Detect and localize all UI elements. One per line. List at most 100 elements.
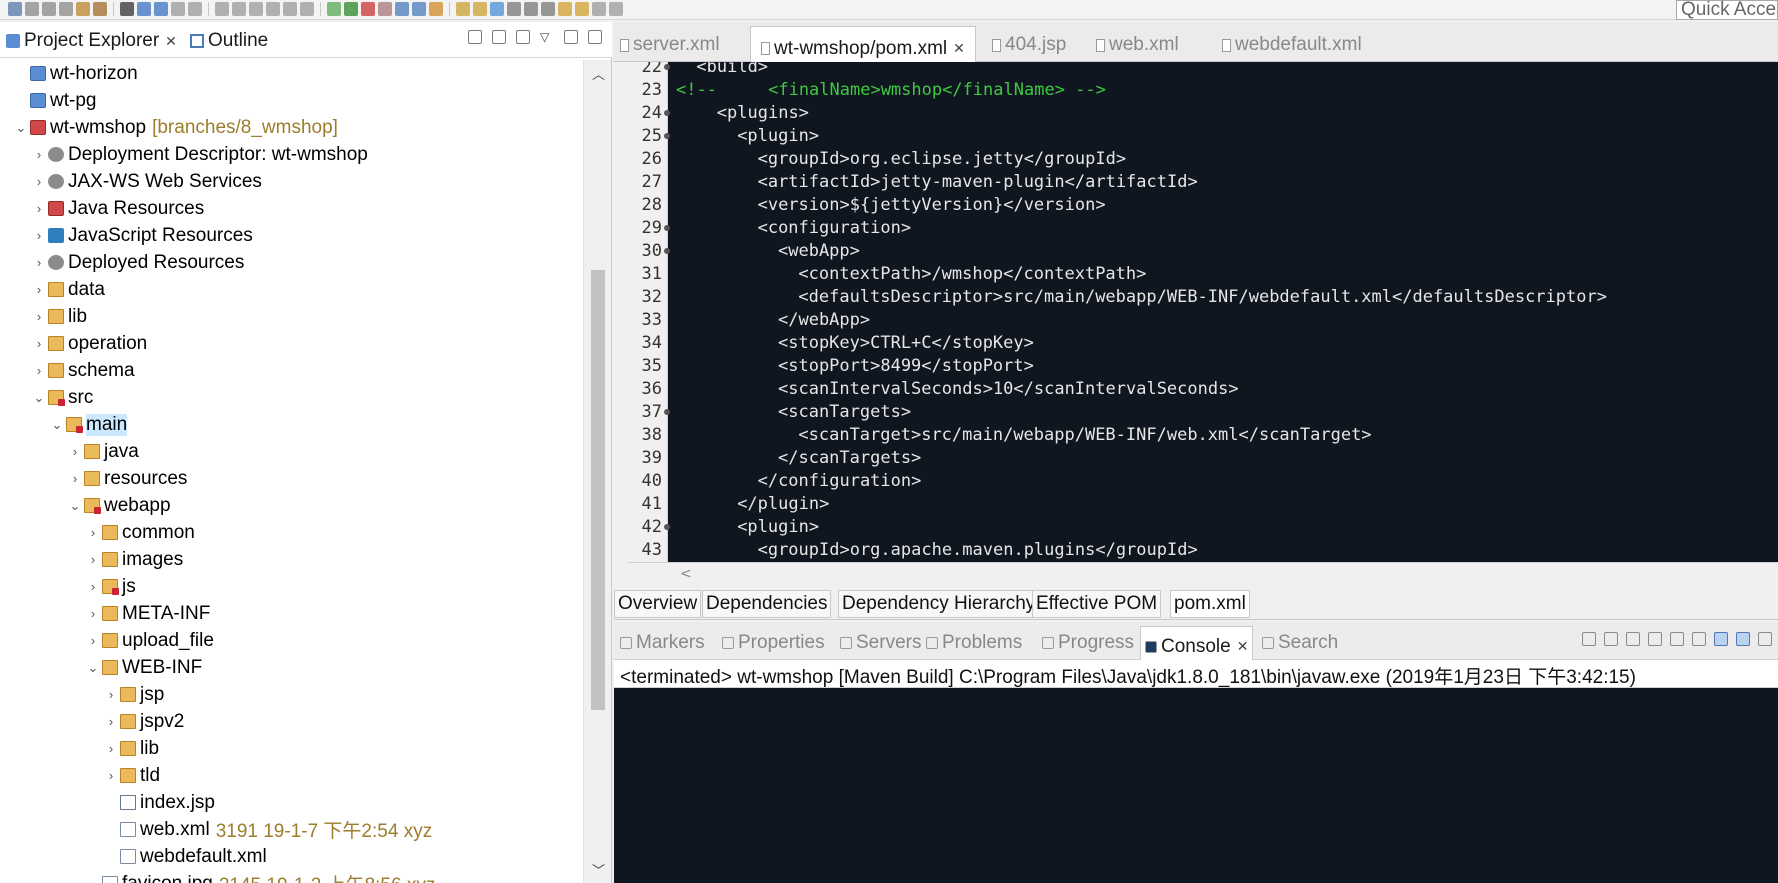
code-line[interactable]: 22 <build> (628, 62, 1778, 79)
remove-launch-icon[interactable] (1604, 632, 1618, 646)
scroll-thumb[interactable] (591, 270, 605, 710)
close-icon[interactable]: ✕ (1237, 638, 1249, 655)
toolbar-button-icon[interactable] (232, 2, 246, 16)
code-line[interactable]: 28 <version>${jettyVersion}</version> (628, 194, 1778, 217)
tab-markers[interactable]: Markers (620, 632, 705, 654)
toolbar-button-icon[interactable] (412, 2, 426, 16)
tree-item[interactable]: ⌄ main (0, 411, 582, 438)
chevron-right-icon[interactable]: › (84, 579, 102, 594)
tree-item[interactable]: webdefault.xml (0, 843, 582, 870)
toolbar-button-icon[interactable] (137, 2, 151, 16)
tab-pom-xml-source[interactable]: pom.xml (1170, 590, 1250, 618)
tree-item[interactable]: › operation (0, 330, 582, 357)
chevron-right-icon[interactable]: › (30, 363, 48, 378)
code-line[interactable]: 32 <defaultsDescriptor>src/main/webapp/WE… (628, 286, 1778, 309)
fold-marker-icon[interactable] (664, 225, 670, 231)
tab-console[interactable]: Console ✕ (1140, 626, 1254, 660)
tree-item[interactable]: › java (0, 438, 582, 465)
tab-dependencies[interactable]: Dependencies (702, 590, 832, 618)
tab-web-xml[interactable]: web.xml (1096, 34, 1179, 56)
tab-outline[interactable]: Outline (190, 30, 268, 52)
code-line[interactable]: 24 <plugins> (628, 102, 1778, 125)
tree-item[interactable]: ⌄ webapp (0, 492, 582, 519)
code-line[interactable]: 27 <artifactId>jetty-maven-plugin</artifa… (628, 171, 1778, 194)
toolbar-button-icon[interactable] (429, 2, 443, 16)
fold-marker-icon[interactable] (664, 110, 670, 116)
toolbar-button-icon[interactable] (609, 2, 623, 16)
show-on-stdout-icon[interactable] (1714, 632, 1728, 646)
tree-item[interactable]: ⌄ src (0, 384, 582, 411)
toolbar-button-icon[interactable] (300, 2, 314, 16)
chevron-down-icon[interactable]: ⌄ (84, 660, 102, 676)
chevron-right-icon[interactable]: › (84, 606, 102, 621)
scroll-down-icon[interactable]: ﹀ (592, 860, 605, 879)
tree-item[interactable]: ⌄ WEB-INF (0, 654, 582, 681)
tab-properties[interactable]: Properties (722, 632, 825, 654)
tree-item[interactable]: › lib (0, 735, 582, 762)
quick-access-input[interactable]: Quick Access (1676, 0, 1778, 20)
tab-overview[interactable]: Overview (614, 590, 702, 618)
close-icon[interactable]: ✕ (165, 33, 177, 50)
tab-server-xml[interactable]: server.xml (620, 34, 720, 56)
editor-horizontal-scrollbar[interactable]: < (628, 562, 1778, 588)
toolbar-button-icon[interactable] (592, 2, 606, 16)
chevron-right-icon[interactable]: › (30, 309, 48, 324)
collapse-all-icon[interactable] (468, 30, 482, 44)
toolbar-button-icon[interactable] (188, 2, 202, 16)
code-line[interactable]: 40 </configuration> (628, 470, 1778, 493)
tab-search[interactable]: Search (1262, 632, 1338, 654)
code-line[interactable]: 25 <plugin> (628, 125, 1778, 148)
tree-item[interactable]: › JavaScript Resources (0, 222, 582, 249)
tree-item[interactable]: › JAX-WS Web Services (0, 168, 582, 195)
toolbar-button-icon[interactable] (378, 2, 392, 16)
chevron-down-icon[interactable]: ⌄ (66, 498, 84, 514)
tree-item[interactable]: favicon.jpg 2145 19-1-2 上午8:56 xyz (0, 870, 582, 883)
code-line[interactable]: 23 <!-- <finalName>wmshop</finalName> --> (628, 79, 1778, 102)
show-on-stderr-icon[interactable] (1736, 632, 1750, 646)
chevron-right-icon[interactable]: › (30, 147, 48, 162)
fold-marker-icon[interactable] (664, 409, 670, 415)
tab-servers[interactable]: Servers (840, 632, 921, 654)
code-line[interactable]: 31 <contextPath>/wmshop</contextPath> (628, 263, 1778, 286)
fold-marker-icon[interactable] (664, 248, 670, 254)
code-line[interactable]: 42 <plugin> (628, 516, 1778, 539)
code-line[interactable]: 36 <scanIntervalSeconds>10</scanIntervalS… (628, 378, 1778, 401)
minimize-icon[interactable] (564, 30, 578, 44)
code-line[interactable]: 29 <configuration> (628, 217, 1778, 240)
fold-marker-icon[interactable] (664, 133, 670, 139)
scroll-left-icon[interactable]: < (680, 566, 692, 582)
toolbar-button-icon[interactable] (249, 2, 263, 16)
tree-item[interactable]: index.jsp (0, 789, 582, 816)
close-icon[interactable]: ✕ (953, 40, 965, 57)
toolbar-button-icon[interactable] (266, 2, 280, 16)
terminate-icon[interactable] (1582, 632, 1596, 646)
tree-item[interactable]: › js (0, 573, 582, 600)
toolbar-button-icon[interactable] (490, 2, 504, 16)
maximize-icon[interactable] (588, 30, 602, 44)
tree-item[interactable]: ⌄ wt-wmshop [branches/8_wmshop] (0, 114, 582, 141)
toolbar-button-icon[interactable] (327, 2, 341, 16)
toolbar-button-icon[interactable] (507, 2, 521, 16)
chevron-down-icon[interactable]: ⌄ (12, 120, 30, 136)
tree-item[interactable]: › upload_file (0, 627, 582, 654)
fold-marker-icon[interactable] (664, 64, 670, 70)
tab-project-explorer[interactable]: Project Explorer ✕ (6, 30, 177, 52)
tree-item[interactable]: › Deployment Descriptor: wt-wmshop (0, 141, 582, 168)
chevron-right-icon[interactable]: › (30, 336, 48, 351)
code-line[interactable]: 43 <groupId>org.apache.maven.plugins</gro… (628, 539, 1778, 562)
toolbar-button-icon[interactable] (558, 2, 572, 16)
code-line[interactable]: 39 </scanTargets> (628, 447, 1778, 470)
word-wrap-icon[interactable] (1692, 632, 1706, 646)
chevron-right-icon[interactable]: › (84, 633, 102, 648)
toolbar-button-icon[interactable] (25, 2, 39, 16)
tree-item[interactable]: › schema (0, 357, 582, 384)
tree-item[interactable]: › Deployed Resources (0, 249, 582, 276)
toolbar-button-icon[interactable] (395, 2, 409, 16)
toolbar-button-icon[interactable] (524, 2, 538, 16)
toolbar-button-icon[interactable] (93, 2, 107, 16)
tree-item[interactable]: wt-pg (0, 87, 582, 114)
tab-404-jsp[interactable]: 404.jsp (992, 34, 1066, 56)
toolbar-button-icon[interactable] (76, 2, 90, 16)
toolbar-button-icon[interactable] (171, 2, 185, 16)
chevron-right-icon[interactable]: › (66, 444, 84, 459)
